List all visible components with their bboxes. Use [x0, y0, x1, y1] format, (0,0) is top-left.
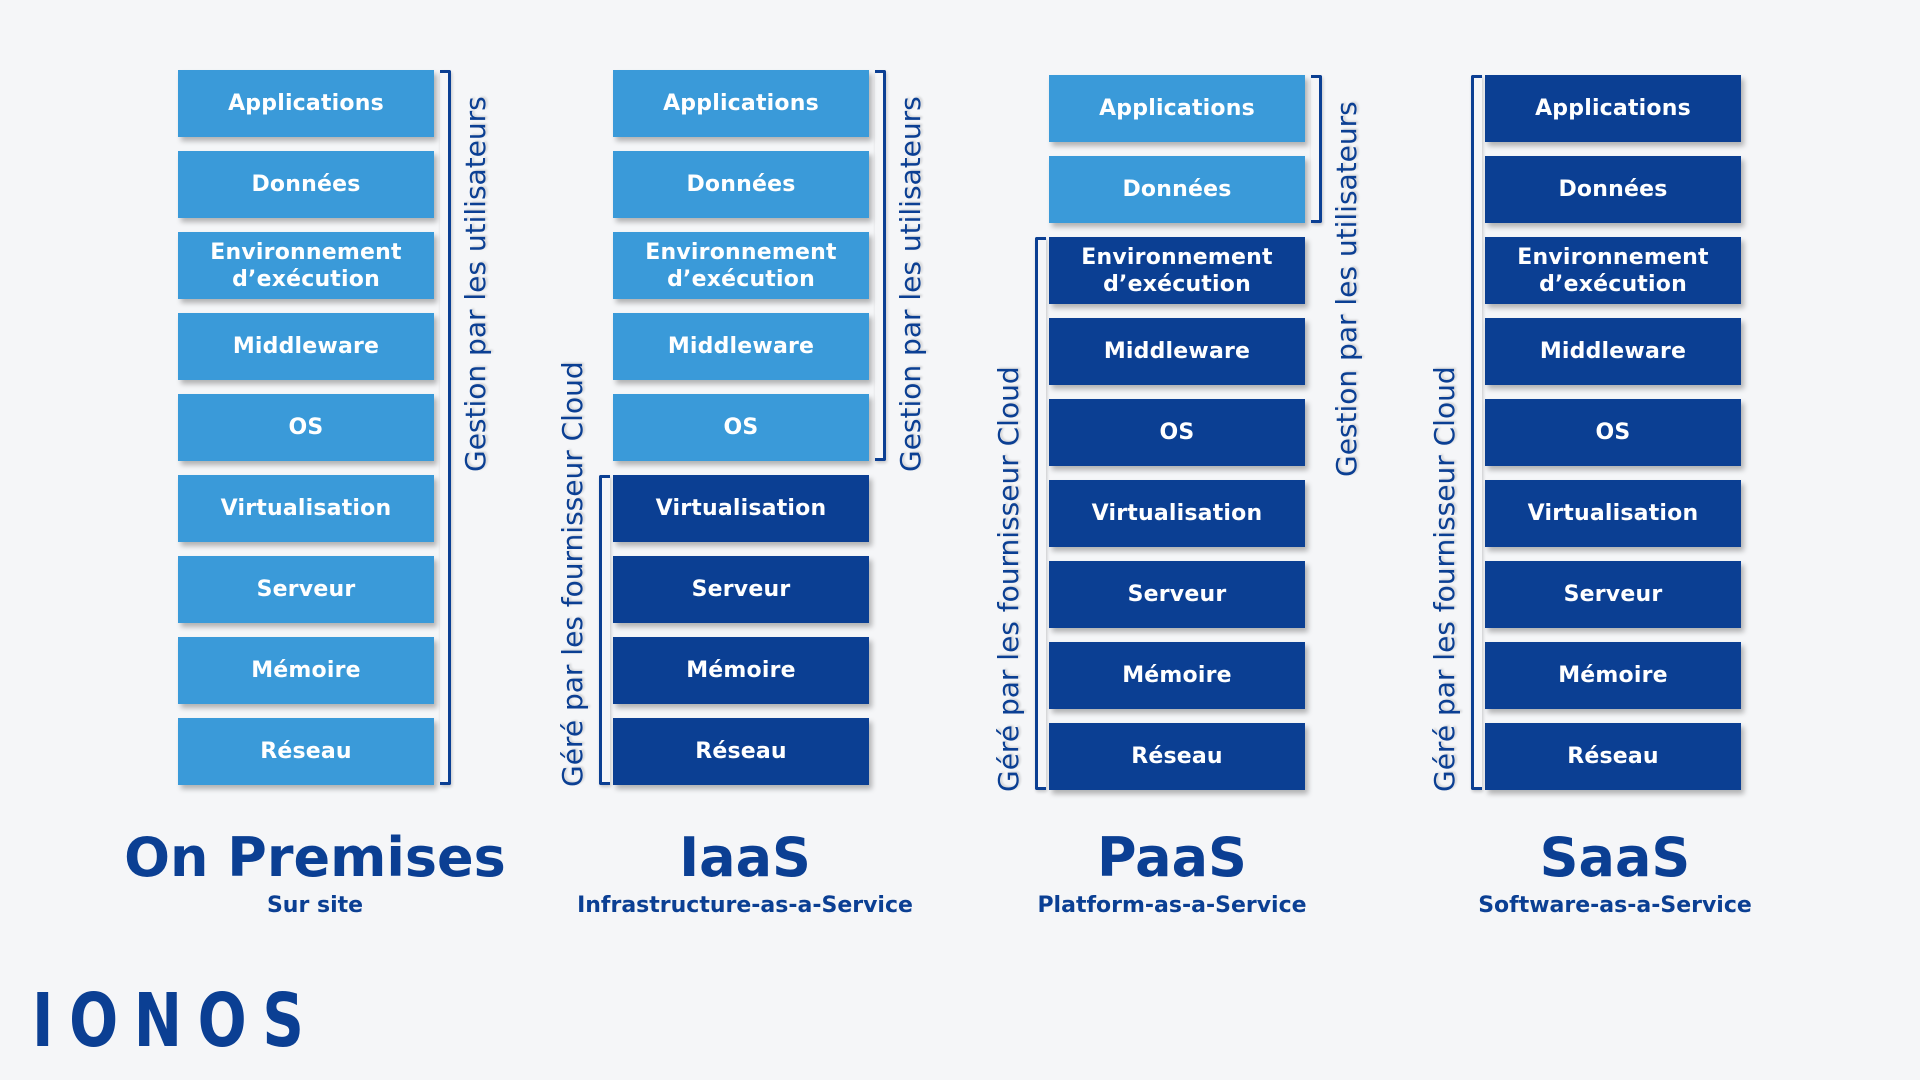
layer-virtualisation: Virtualisation: [1049, 480, 1305, 547]
layer-applications: Applications: [178, 70, 434, 137]
layer-serveur: Serveur: [1485, 561, 1741, 628]
user-managed-label: Gestion par les utilisateurs: [459, 96, 492, 472]
layer-donnees: Données: [178, 151, 434, 218]
layer-applications: Applications: [1485, 75, 1741, 142]
user-managed-bracket: [1311, 75, 1322, 223]
provider-managed-label: Géré par les fournisseur Cloud: [556, 361, 589, 787]
layer-middleware: Middleware: [613, 313, 869, 380]
layer-reseau: Réseau: [178, 718, 434, 785]
layer-donnees: Données: [1485, 156, 1741, 223]
layer-os: OS: [1049, 399, 1305, 466]
layer-memoire: Mémoire: [1049, 642, 1305, 709]
provider-managed-label: Géré par les fournisseur Cloud: [992, 366, 1025, 792]
layer-os: OS: [1485, 399, 1741, 466]
layer-reseau: Réseau: [1485, 723, 1741, 790]
layer-applications: Applications: [1049, 75, 1305, 142]
layer-os: OS: [178, 394, 434, 461]
provider-managed-bracket: [599, 475, 610, 785]
user-managed-label: Gestion par les utilisateurs: [1330, 101, 1363, 477]
layer-serveur: Serveur: [613, 556, 869, 623]
layer-memoire: Mémoire: [1485, 642, 1741, 709]
layer-reseau: Réseau: [613, 718, 869, 785]
layer-memoire: Mémoire: [613, 637, 869, 704]
layer-os: OS: [613, 394, 869, 461]
layer-memoire: Mémoire: [178, 637, 434, 704]
provider-managed-bracket: [1035, 237, 1046, 790]
model-subtitle: Platform-as-a-Service: [1037, 893, 1307, 918]
model-title: PaaS: [1097, 826, 1247, 889]
layer-reseau: Réseau: [1049, 723, 1305, 790]
user-managed-bracket: [875, 70, 886, 461]
user-managed-label: Gestion par les utilisateurs: [894, 96, 927, 472]
layer-applications: Applications: [613, 70, 869, 137]
layer-virtualisation: Virtualisation: [178, 475, 434, 542]
ionos-logo: IONOS: [32, 978, 320, 1064]
layer-environnement-d-execution: Environnement d’exécution: [178, 232, 434, 299]
layer-middleware: Middleware: [178, 313, 434, 380]
layer-serveur: Serveur: [1049, 561, 1305, 628]
model-title: SaaS: [1539, 826, 1691, 889]
provider-managed-bracket: [1471, 75, 1482, 790]
layer-virtualisation: Virtualisation: [613, 475, 869, 542]
model-subtitle: Software-as-a-Service: [1478, 893, 1752, 918]
layer-donnees: Données: [1049, 156, 1305, 223]
layer-middleware: Middleware: [1049, 318, 1305, 385]
layer-environnement-d-execution: Environnement d’exécution: [1049, 237, 1305, 304]
layer-donnees: Données: [613, 151, 869, 218]
provider-managed-label: Géré par les fournisseur Cloud: [1428, 366, 1461, 792]
layer-virtualisation: Virtualisation: [1485, 480, 1741, 547]
layer-serveur: Serveur: [178, 556, 434, 623]
layer-middleware: Middleware: [1485, 318, 1741, 385]
user-managed-bracket: [440, 70, 451, 785]
layer-environnement-d-execution: Environnement d’exécution: [1485, 237, 1741, 304]
layer-environnement-d-execution: Environnement d’exécution: [613, 232, 869, 299]
